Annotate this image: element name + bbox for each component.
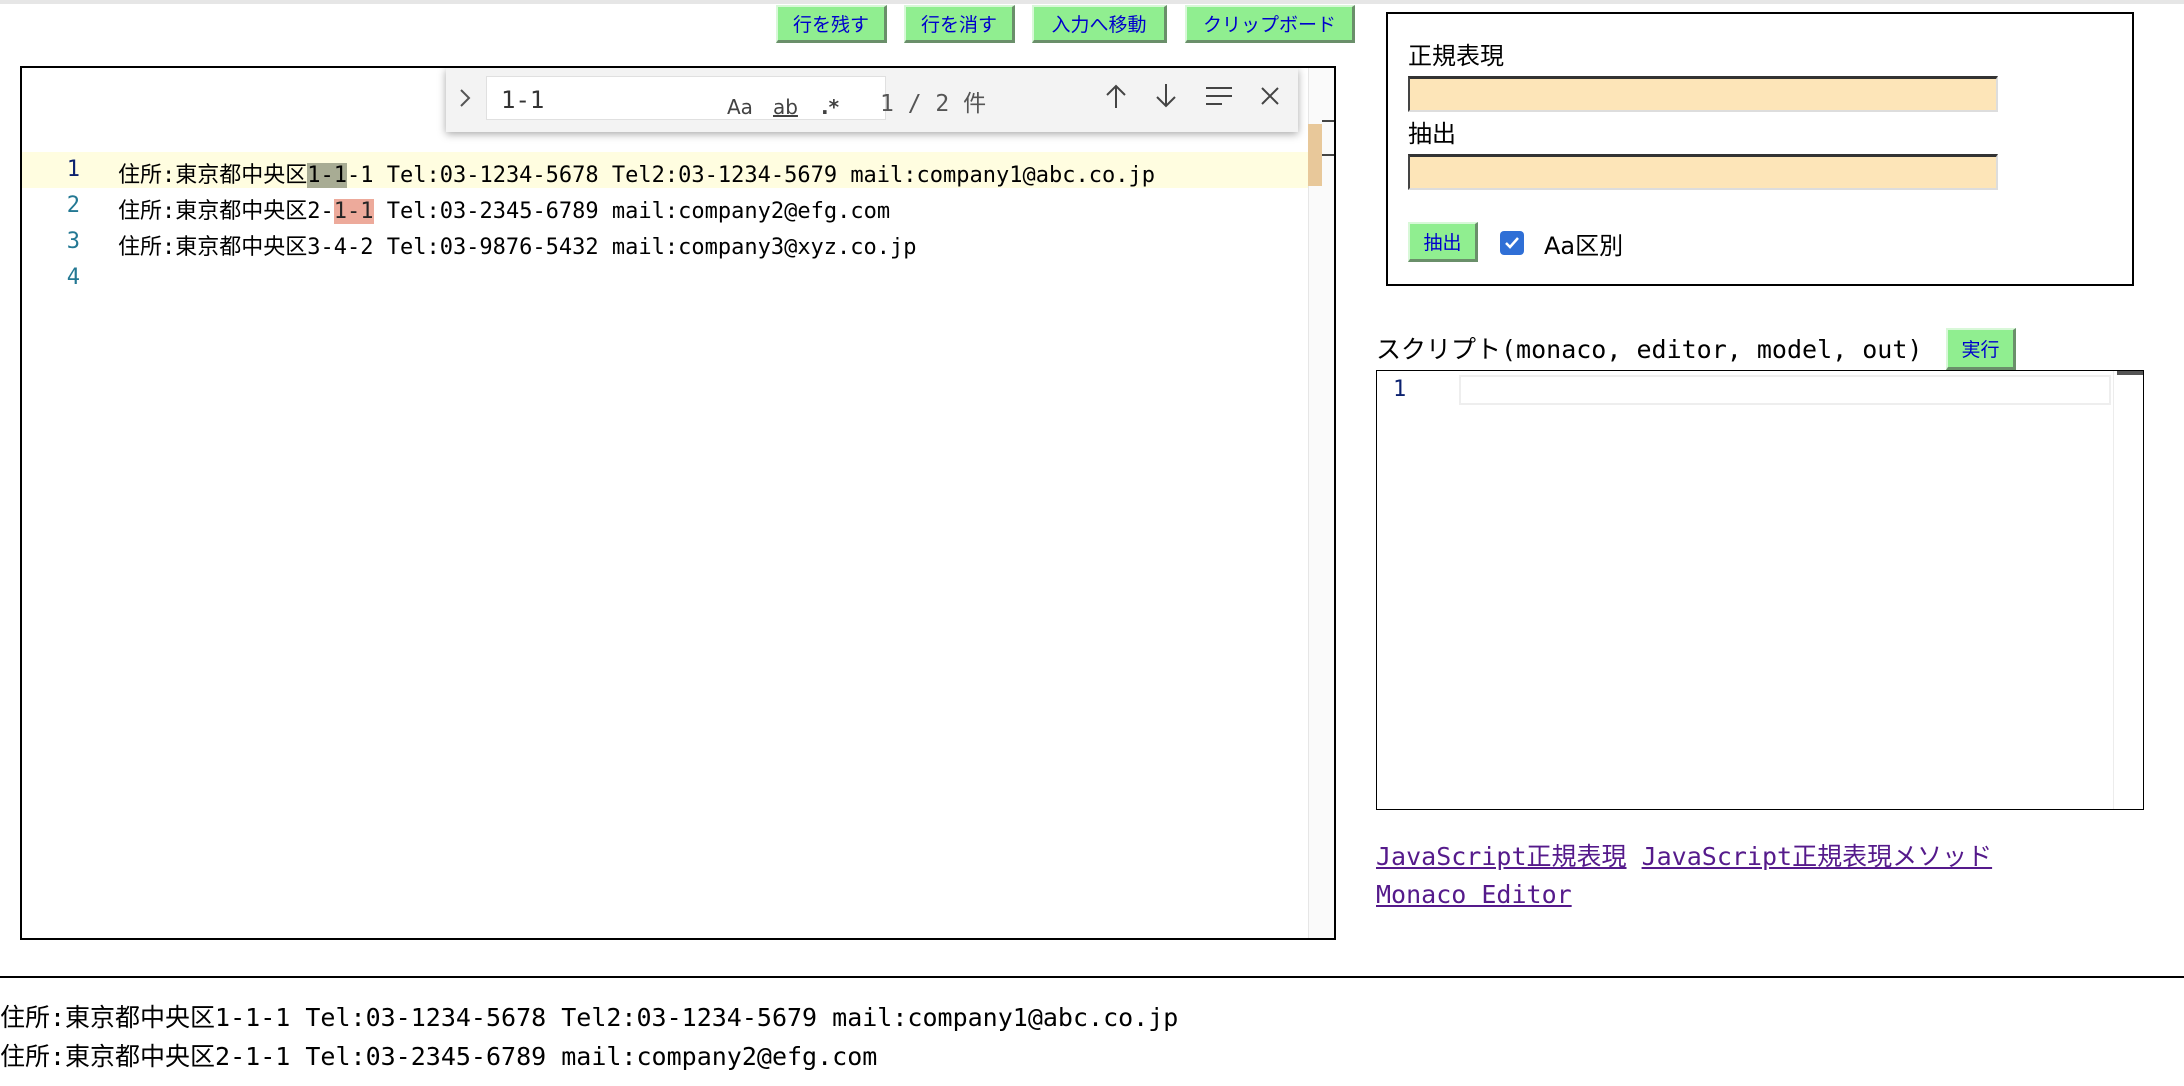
link-javascript-regex[interactable]: JavaScript正規表現 (1376, 842, 1627, 871)
extract-label: 抽出 (1408, 120, 1456, 148)
line-text: 住所:東京都中央区3-4-2 Tel:03-9876-5432 mail:com… (118, 235, 917, 260)
delete-lines-button[interactable]: 行を消す (904, 5, 1015, 43)
line-number: 3 (66, 229, 80, 254)
editor-line[interactable]: 3 住所:東京都中央区3-4-2 Tel:03-9876-5432 mail:c… (22, 224, 1310, 260)
output-divider (0, 976, 2184, 978)
script-scrollbar[interactable] (2113, 371, 2144, 809)
line-text: 住所:東京都中央区1-1-1 Tel:03-1234-5678 Tel2:03-… (118, 163, 1155, 188)
move-to-input-button[interactable]: 入力へ移動 (1032, 5, 1167, 43)
arrow-down-icon[interactable] (1154, 82, 1178, 117)
regex-input[interactable] (1408, 76, 1998, 112)
regex-label: 正規表現 (1408, 42, 1504, 70)
arrow-up-icon[interactable] (1104, 82, 1128, 117)
find-input[interactable]: 1-1 Aa ab .* (486, 76, 886, 120)
regex-panel: 正規表現 抽出 抽出 Aa区別 (1386, 12, 2134, 286)
line-number: 1 (1393, 377, 1407, 402)
case-sensitive-label: Aa区別 (1544, 232, 1624, 260)
find-input-value: 1-1 (501, 86, 545, 114)
overview-ruler-cursor-mark (2117, 371, 2143, 375)
run-button[interactable]: 実行 (1946, 328, 2016, 370)
extract-input[interactable] (1408, 154, 1998, 190)
link-monaco-editor[interactable]: Monaco Editor (1376, 880, 1572, 909)
editor-line[interactable]: 4 (22, 260, 1310, 296)
whole-word-icon[interactable]: ab (773, 95, 798, 119)
keep-lines-button[interactable]: 行を残す (776, 5, 887, 43)
regex-icon[interactable]: .* (821, 95, 839, 119)
line-number: 1 (66, 157, 80, 182)
line-number: 4 (66, 265, 80, 290)
top-border (0, 0, 2184, 4)
match-case-icon[interactable]: Aa (727, 95, 753, 119)
reference-links: JavaScript正規表現 JavaScript正規表現メソッド Monaco… (1376, 838, 1992, 914)
close-icon[interactable] (1258, 82, 1282, 117)
toolbar: 行を残す 行を消す 入力へ移動 クリップボード (776, 5, 1355, 43)
link-javascript-regex-methods[interactable]: JavaScript正規表現メソッド (1642, 842, 1993, 871)
editor-line[interactable]: 1 住所:東京都中央区1-1-1 Tel:03-1234-5678 Tel2:0… (22, 152, 1310, 188)
line-number: 2 (66, 193, 80, 218)
editor-scrollbar[interactable] (1308, 68, 1334, 938)
match-highlight: 1-1 (333, 199, 374, 224)
current-match-highlight: 1-1 (307, 163, 347, 188)
overview-ruler-cursor-mark (1322, 120, 1334, 122)
extract-button[interactable]: 抽出 (1408, 222, 1478, 262)
find-in-selection-icon[interactable] (1204, 82, 1234, 117)
overview-ruler-cursor-mark (1322, 154, 1334, 156)
main-editor[interactable]: 1 住所:東京都中央区1-1-1 Tel:03-1234-5678 Tel2:0… (20, 66, 1336, 940)
editor-line[interactable]: 2 住所:東京都中央区2-1-1 Tel:03-2345-6789 mail:c… (22, 188, 1310, 224)
match-count: 1 / 2 件 (880, 91, 987, 117)
overview-ruler-match-mark (1308, 124, 1322, 186)
script-editor[interactable]: 1 (1376, 370, 2144, 810)
script-label: スクリプト(monaco, editor, model, out) (1376, 335, 1923, 364)
output-line: 住所:東京都中央区2-1-1 Tel:03-2345-6789 mail:com… (0, 1042, 878, 1071)
clipboard-button[interactable]: クリップボード (1185, 5, 1355, 43)
current-line-highlight (1459, 375, 2111, 405)
output-line: 住所:東京都中央区1-1-1 Tel:03-1234-5678 Tel2:03-… (0, 1003, 1179, 1032)
find-widget: 1-1 Aa ab .* 1 / 2 件 (446, 68, 1298, 132)
line-text: 住所:東京都中央区2-1-1 Tel:03-2345-6789 mail:com… (118, 199, 891, 224)
case-sensitive-checkbox[interactable] (1500, 231, 1524, 255)
chevron-right-icon[interactable] (458, 86, 472, 116)
